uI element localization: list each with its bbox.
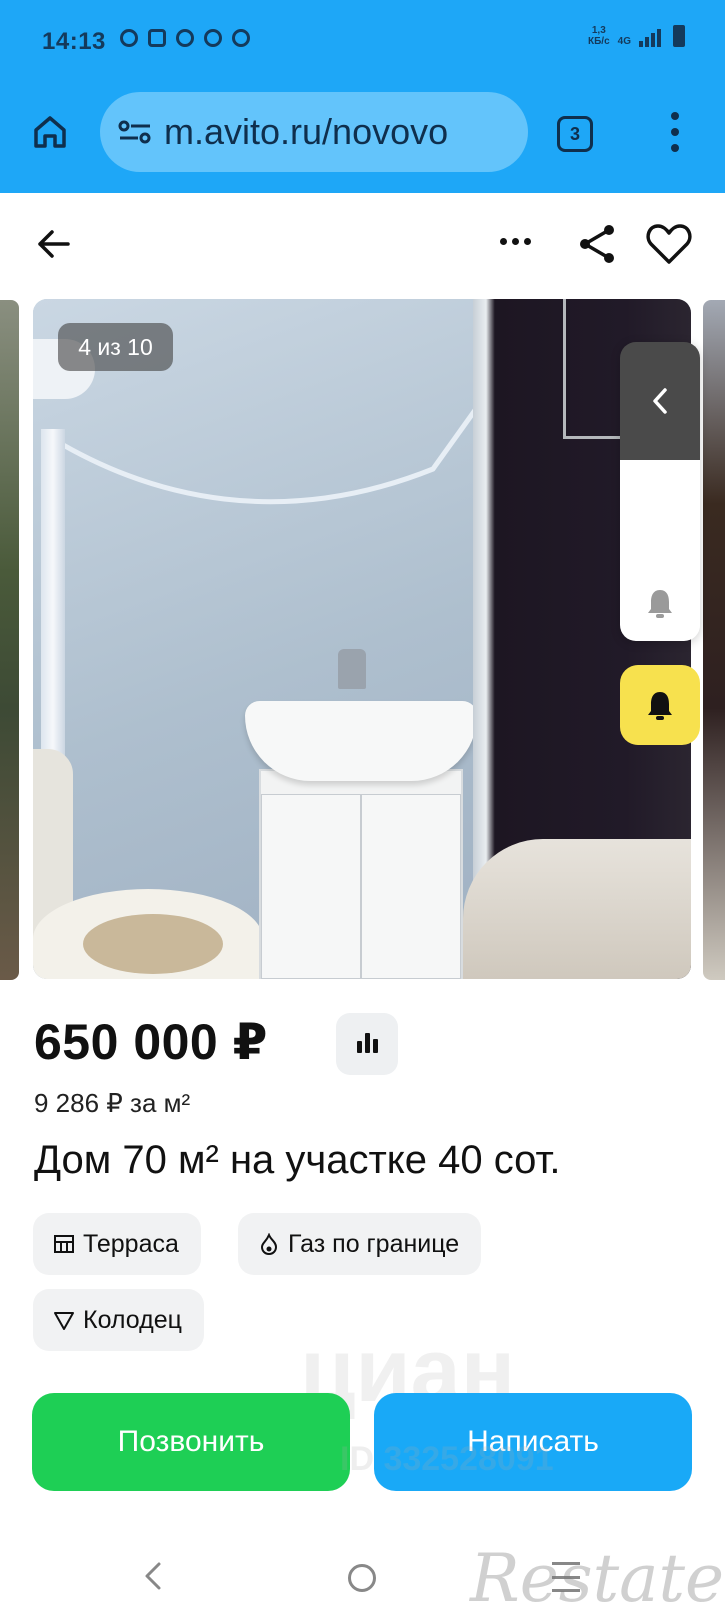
call-button[interactable]: Позвонить [32,1393,350,1491]
back-arrow-icon[interactable] [34,224,74,264]
well-icon [54,1312,74,1330]
price-per-square-meter: 9 286 ₽ за м² [34,1088,191,1118]
listing-price: 650 000 ₽ [34,1014,268,1070]
feature-tag-label: Газ по границе [288,1229,460,1258]
favorite-heart-icon[interactable] [645,222,693,266]
browser-chrome: 14:13 1,3 КБ/с 4G m.avito.ru/novovo 3 [0,0,725,193]
status-right: 1,3 КБ/с 4G [588,25,685,47]
feature-tag-gas[interactable]: Газ по границе [238,1213,482,1275]
feature-tag-label: Колодец [83,1305,182,1334]
battery-icon [673,25,685,47]
net-speed-value: 1,3 [591,25,606,36]
notification-icon [148,29,166,47]
signal-icon [639,25,661,47]
site-settings-icon[interactable] [118,119,152,145]
address-bar[interactable]: m.avito.ru/novovo [100,92,528,172]
network-type: 4G [617,36,631,47]
notification-icon [204,29,222,47]
chevron-left-icon [653,388,667,414]
notification-icon [232,29,250,47]
photo-cabinet-door [261,794,361,979]
listing-photo[interactable] [33,299,691,979]
net-speed: 1,3 КБ/с [588,25,610,47]
bar-chart-icon [356,1041,362,1053]
gas-flame-icon [260,1233,278,1255]
bell-icon [648,692,672,720]
photo-toilet-bowl [83,914,223,974]
share-icon[interactable] [576,222,618,266]
next-photo-peek[interactable] [703,300,725,980]
system-home-icon[interactable] [348,1564,376,1592]
listing-title: Дом 70 м² на участке 40 сот. [34,1138,561,1182]
system-back-icon[interactable] [141,1560,165,1592]
status-time: 14:13 [42,28,106,55]
net-speed-unit: КБ/с [588,36,610,47]
photo-cabinet-door [361,794,461,979]
browser-menu-icon[interactable] [668,112,682,152]
feature-tag-terrace[interactable]: Терраса [33,1213,201,1275]
more-options-icon[interactable] [500,238,531,245]
bell-icon[interactable] [646,587,674,619]
notification-bell-button[interactable] [620,665,700,745]
notification-icon [120,29,138,47]
home-icon[interactable] [30,112,70,152]
restate-watermark: Restate [470,1540,725,1617]
terrace-icon [54,1235,74,1253]
previous-photo-peek[interactable] [0,300,19,980]
collapse-panel-button[interactable] [620,342,700,460]
photo-sink [245,701,477,781]
floating-notification-panel[interactable] [620,342,700,641]
feature-tag-label: Терраса [83,1229,179,1258]
photo-counter: 4 из 10 [58,323,173,371]
url-text: m.avito.ru/novovo [164,111,449,152]
photo-faucet [338,649,366,689]
photo-shower-base [463,839,691,979]
cian-watermark-id: ID 332528091 [340,1440,554,1478]
feature-tag-well[interactable]: Колодец [33,1289,204,1351]
notification-icon [176,29,194,47]
tabs-button[interactable]: 3 [557,116,593,152]
price-history-button[interactable] [336,1013,398,1075]
notification-icons [120,29,250,47]
